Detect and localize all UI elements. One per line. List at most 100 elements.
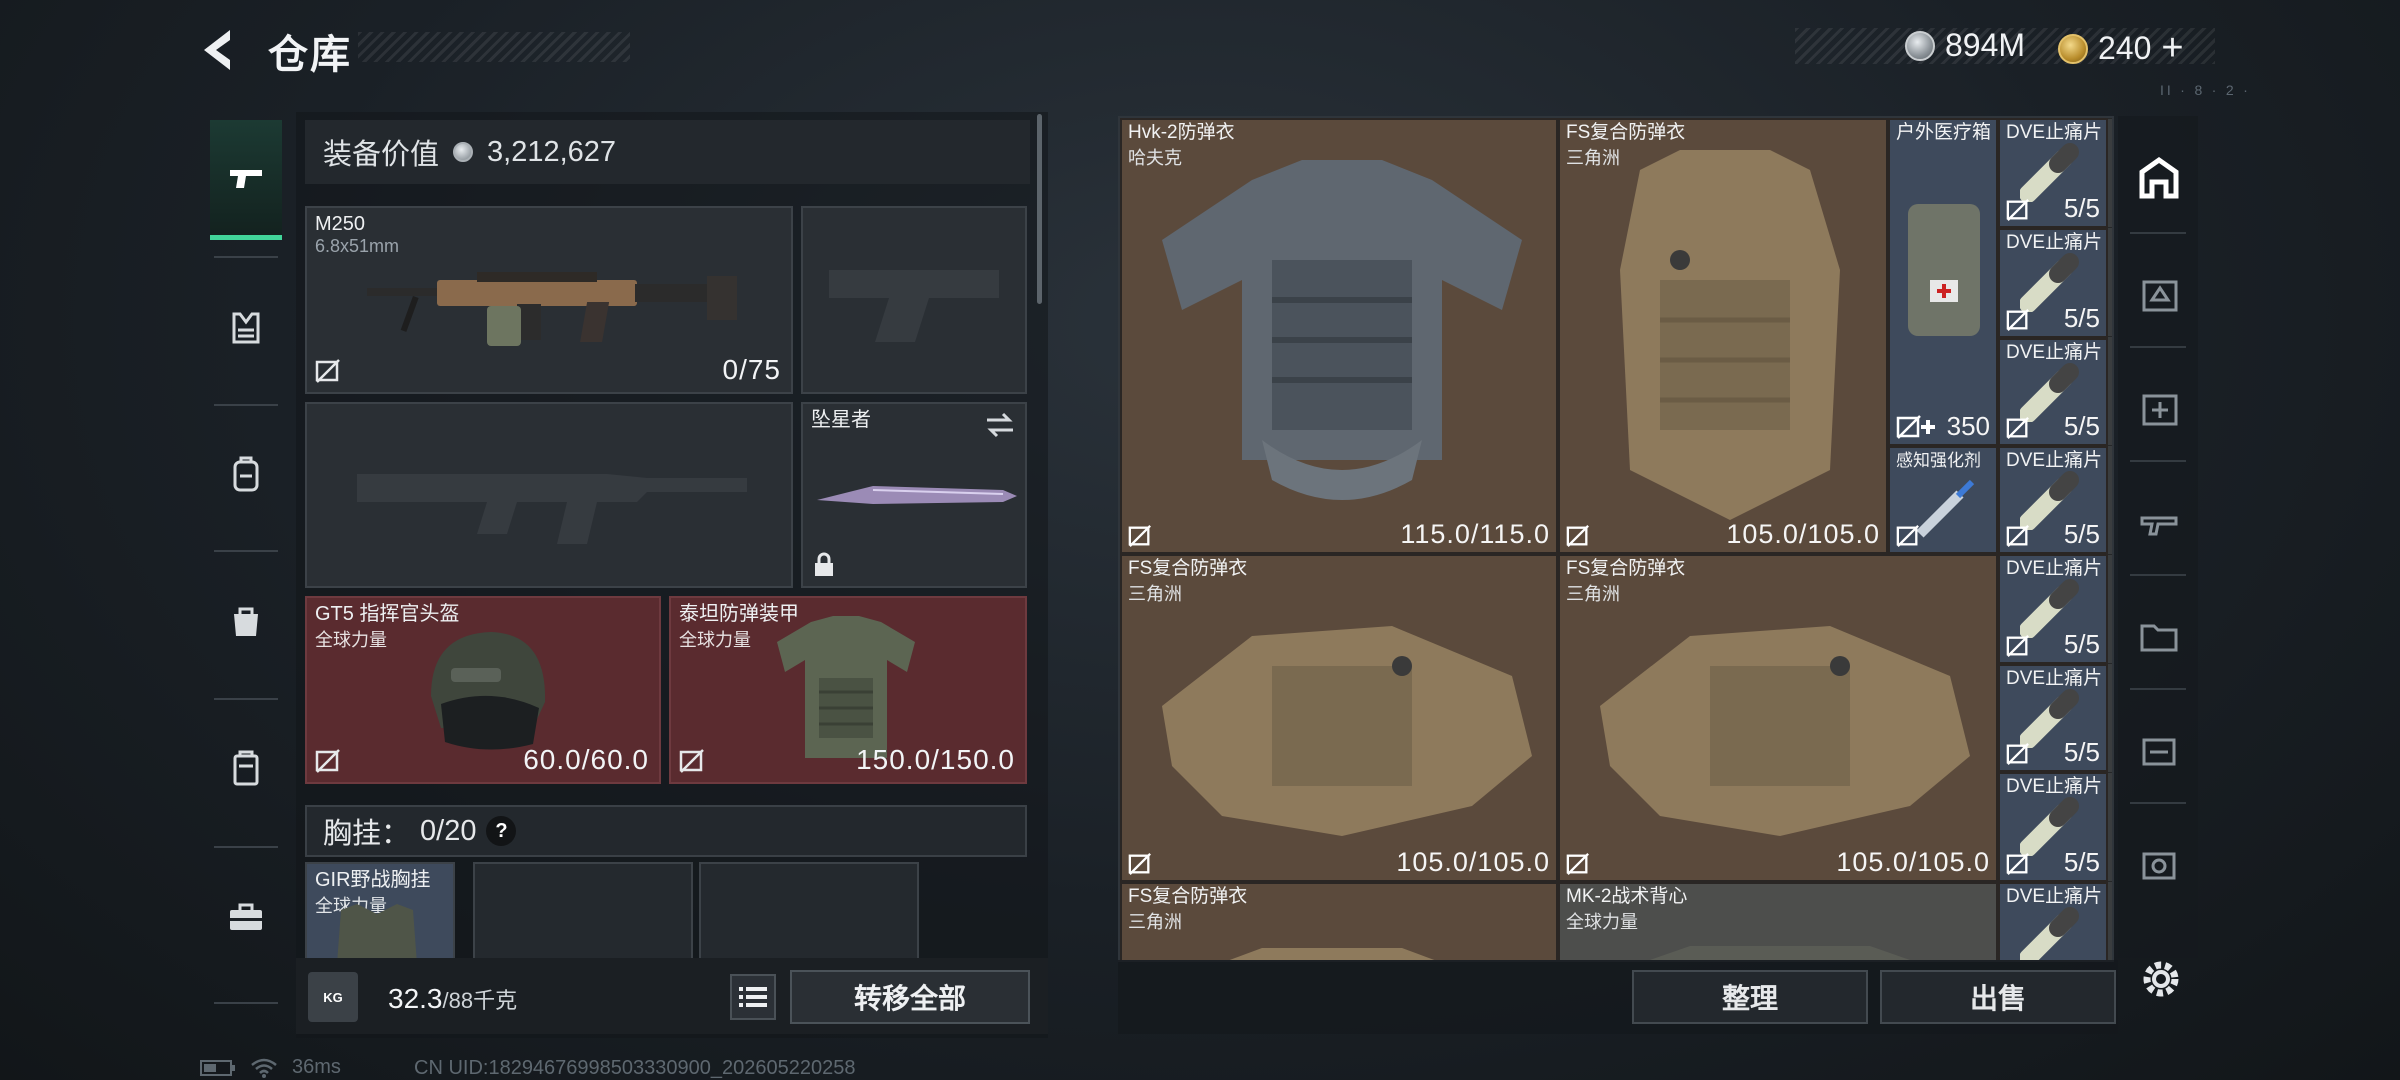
tool-page-icon (2142, 738, 2176, 766)
top-right-tag: II ∙ 8 ∙ 2 ∙ (2160, 82, 2251, 98)
folder-page-icon (2140, 624, 2178, 652)
stash-item-painkiller[interactable]: DVE止痛片 5/5 (1998, 772, 2108, 882)
item-durability: 105.0/105.0 (1396, 847, 1550, 877)
stash-item-painkiller[interactable]: DVE止痛片 (1998, 882, 2108, 960)
equipment-tab-rail (200, 108, 290, 1008)
transfer-all-button[interactable]: 转移全部 (790, 970, 1030, 1024)
stash-item-painkiller[interactable]: DVE止痛片 5/5 (1998, 446, 2108, 554)
helmet-slot[interactable]: GT5 指挥官头盔 全球力量 60.0/60.0 (305, 596, 661, 784)
item-name: DVE止痛片 (2006, 342, 2103, 363)
tab-toolbox[interactable] (210, 856, 282, 976)
item-faction: 全球力量 (1566, 912, 1638, 932)
tab-stash-4[interactable] (2124, 476, 2194, 566)
melee-slot[interactable]: 坠星者 (801, 402, 1027, 588)
stash-item[interactable]: Hvk-2防弹衣 哈夫克 115.0/115.0 (1120, 118, 1558, 554)
item-name: DVE止痛片 (2006, 122, 2103, 143)
tab-stash-3[interactable] (2124, 362, 2194, 452)
chest-rig-slot[interactable]: GIR野战胸挂 全球力量 (305, 862, 455, 964)
swap-icon[interactable] (985, 412, 1015, 438)
tab-stash-7[interactable] (2124, 818, 2194, 908)
item-name: FS复合防弹衣 (1566, 558, 1686, 579)
tab-backpack[interactable] (210, 414, 282, 534)
gear-icon (2143, 961, 2179, 997)
weight-current: 32.3 (388, 983, 443, 1014)
settings-button[interactable] (2134, 952, 2188, 1006)
stash-item-medkit[interactable]: 户外医疗箱 350 (1888, 118, 1998, 446)
stash-item[interactable]: FS复合防弹衣 三角洲 105.0/105.0 (1558, 118, 1888, 554)
no-insure-icon (2006, 309, 2029, 331)
no-insure-icon (1896, 525, 1919, 547)
tab-divider (214, 698, 278, 700)
no-insure-icon (1566, 853, 1589, 875)
status-bar: 36ms (200, 1056, 341, 1079)
tab-stash-6[interactable] (2124, 704, 2194, 794)
item-name: FS复合防弹衣 (1128, 558, 1248, 579)
tab-divider (2130, 574, 2186, 576)
ping-readout: 36ms (292, 1056, 341, 1078)
tab-stash-2[interactable] (2124, 248, 2194, 338)
item-name: DVE止痛片 (2006, 450, 2103, 471)
stash-item[interactable]: FS复合防弹衣 三角洲 105.0/105.0 (1558, 554, 1998, 882)
melee-name: 坠星者 (811, 409, 871, 431)
rig-grid-slot[interactable] (473, 862, 693, 962)
add-gold-button[interactable]: + (2161, 27, 2183, 70)
tab-divider (214, 404, 278, 406)
loadout-scrollbar[interactable] (1037, 114, 1042, 304)
medkit-value: 350 (1946, 411, 1990, 441)
stash-item-painkiller[interactable]: DVE止痛片 5/5 (1998, 338, 2108, 446)
stash-page-icon (2142, 280, 2178, 312)
item-count: 5/5 (2063, 847, 2100, 877)
sell-button[interactable]: 出售 (1880, 970, 2116, 1024)
stash-item[interactable]: MK-2战术背心 全球力量 (1558, 882, 1998, 960)
rig-grid-slot[interactable] (699, 862, 919, 962)
rifle-silhouette-icon (357, 474, 747, 544)
no-insure-icon (2006, 525, 2029, 547)
gold-currency[interactable]: 240 + (2058, 27, 2184, 70)
fs-armor-image (1620, 150, 1840, 520)
stash-item-painkiller[interactable]: DVE止痛片 5/5 (1998, 554, 2108, 664)
fs-armor-image (1600, 626, 1970, 836)
item-durability: 105.0/105.0 (1726, 519, 1880, 549)
help-icon[interactable]: ? (486, 816, 517, 846)
stash-item-painkiller[interactable]: DVE止痛片 5/5 (1998, 118, 2108, 228)
gold-amount: 240 (2098, 30, 2152, 66)
no-insure-icon (679, 749, 704, 773)
pistol-icon (230, 169, 262, 188)
no-insure-icon (1128, 525, 1151, 547)
tab-divider (214, 256, 278, 258)
item-name: DVE止痛片 (2006, 668, 2103, 689)
secondary-primary-slot[interactable] (305, 402, 793, 588)
organize-button[interactable]: 整理 (1632, 970, 1868, 1024)
item-count: 5/5 (2063, 519, 2100, 549)
armor-slot[interactable]: 泰坦防弹装甲 全球力量 150.0/150.0 (669, 596, 1027, 784)
tab-stash-5[interactable] (2124, 590, 2194, 680)
no-insure-icon (1566, 525, 1589, 547)
back-button[interactable] (196, 24, 244, 76)
tab-weapons[interactable] (210, 120, 282, 240)
syringe-image (1916, 479, 1975, 538)
tab-pouch[interactable] (210, 560, 282, 680)
secondary-weapon-slot[interactable] (801, 206, 1027, 394)
stash-item-stim[interactable]: 感知强化剂 (1888, 446, 1998, 554)
stash-item[interactable]: FS复合防弹衣 三角洲 105.0/105.0 (1120, 554, 1558, 882)
armor-faction: 全球力量 (679, 630, 751, 650)
chest-rig-item-name: GIR野战胸挂 (315, 869, 431, 891)
item-name: FS复合防弹衣 (1128, 886, 1248, 907)
stash-item-painkiller[interactable]: DVE止痛片 5/5 (1998, 228, 2108, 338)
no-insure-icon (2006, 199, 2029, 221)
wifi-icon (251, 1058, 277, 1078)
gear-page-icon (2142, 852, 2176, 880)
helmet-faction: 全球力量 (315, 630, 387, 650)
weapon-name: M250 (315, 213, 366, 235)
weapon-ammo: 0/75 (722, 354, 781, 385)
medkit-image (1908, 204, 1980, 336)
stash-item[interactable]: FS复合防弹衣 三角洲 (1120, 882, 1558, 960)
fs-armor-image (1229, 948, 1435, 960)
list-view-button[interactable] (730, 974, 776, 1020)
pistol-silhouette-icon (829, 270, 999, 342)
tab-stash-all[interactable] (2124, 134, 2194, 224)
tab-container[interactable] (210, 708, 282, 828)
stash-item-painkiller[interactable]: DVE止痛片 5/5 (1998, 664, 2108, 772)
tab-vest[interactable] (210, 268, 282, 388)
primary-weapon-slot[interactable]: M250 6.8x51mm 0/75 (305, 206, 793, 394)
